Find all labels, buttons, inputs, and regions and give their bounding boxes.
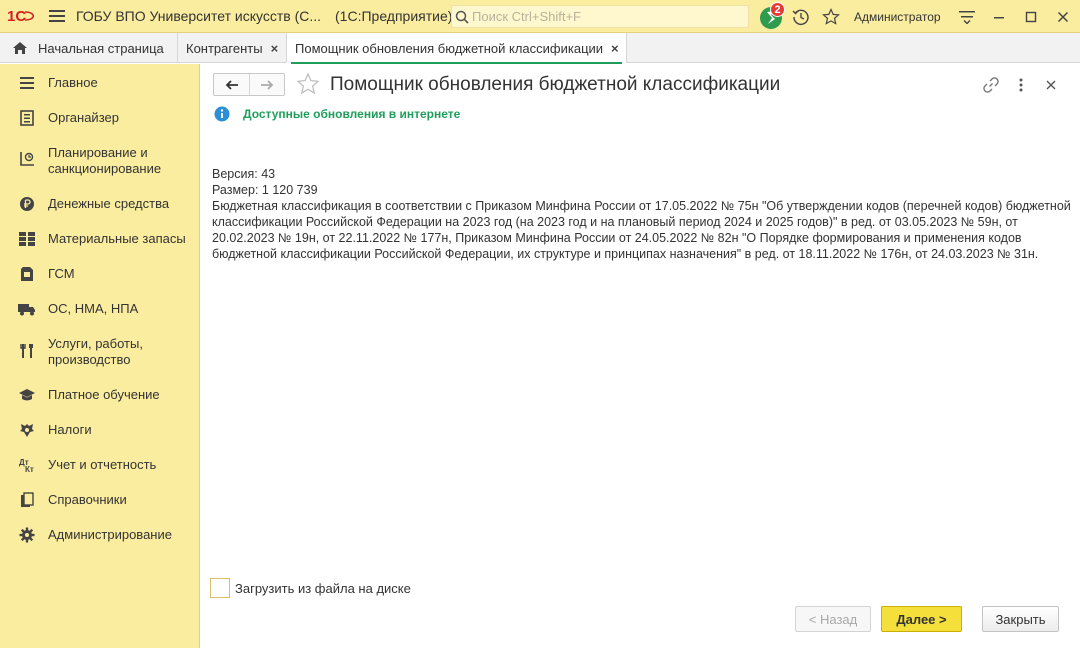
version-line: Версия: 43 — [212, 167, 276, 181]
sidebar-item-label: Органайзер — [48, 110, 119, 125]
sidebar-item-label: Администрирование — [48, 527, 172, 542]
arrow-right-icon — [261, 79, 274, 90]
tab-label: Помощник обновления бюджетной классифика… — [295, 40, 604, 56]
back-button[interactable]: < Назад — [795, 606, 871, 632]
graduation-cap-icon — [18, 386, 36, 404]
load-from-file-label[interactable]: Загрузить из файла на диске — [235, 581, 411, 596]
planning-chart-icon — [18, 150, 36, 168]
svg-text:Кт: Кт — [25, 465, 34, 473]
navigation-buttons — [213, 73, 285, 96]
favorites-button[interactable] — [816, 0, 846, 33]
sidebar-item-label: Планирование и санкционирование — [48, 145, 162, 176]
books-icon — [18, 491, 36, 509]
minimize-icon — [993, 16, 1004, 18]
tab-close-icon[interactable]: × — [271, 41, 279, 56]
fuel-can-icon — [18, 265, 36, 283]
search-box[interactable] — [451, 5, 749, 28]
sidebar-item-accounting[interactable]: Дт Кт Учет и отчетность — [0, 455, 199, 475]
tab-label: Контрагенты — [186, 40, 263, 56]
notepad-icon — [18, 109, 36, 127]
size-line: Размер: 1 120 739 — [212, 183, 318, 197]
settings-lines-icon — [958, 10, 975, 24]
tab-budget-classification-wizard[interactable]: Помощник обновления бюджетной классифика… — [287, 33, 627, 64]
gear-icon — [18, 526, 36, 544]
tab-close-icon[interactable]: × — [611, 41, 619, 56]
add-to-favorites-star-icon[interactable] — [296, 72, 320, 96]
info-text: Доступные обновления в интернете — [243, 107, 461, 121]
coat-of-arms-icon — [18, 421, 36, 439]
sidebar-item-inventory[interactable]: Материальные запасы — [0, 229, 199, 249]
tools-icon — [18, 342, 36, 360]
sidebar-item-services[interactable]: Услуги, работы, производство — [0, 335, 199, 369]
sidebar-item-label: Учет и отчетность — [48, 457, 157, 472]
load-from-file-checkbox[interactable] — [210, 578, 230, 598]
tab-kontragenty[interactable]: Контрагенты × — [178, 33, 287, 63]
title-bar: 1С ГОБУ ВПО Университет искусств (С... (… — [0, 0, 1080, 33]
back-nav-button[interactable] — [214, 74, 249, 95]
truck-icon — [18, 300, 36, 318]
history-button[interactable] — [786, 0, 816, 33]
history-icon — [792, 9, 809, 25]
sidebar-item-label: ОС, НМА, НПА — [48, 301, 139, 316]
app-subtitle: (1С:Предприятие) — [335, 8, 453, 24]
user-name[interactable]: Администратор — [854, 10, 941, 24]
main-menu-icon[interactable] — [44, 0, 70, 33]
update-description: Бюджетная классификация в соответствии с… — [212, 199, 1071, 261]
star-icon — [822, 7, 840, 25]
1c-logo: 1С — [0, 0, 44, 33]
sidebar-item-label: Справочники — [48, 492, 127, 507]
maximize-icon — [1025, 11, 1036, 22]
sidebar-item-label: Услуги, работы, производство — [48, 336, 143, 367]
app-title: ГОБУ ВПО Университет искусств (С... — [76, 8, 322, 24]
load-from-file-option[interactable]: Загрузить из файла на диске — [210, 578, 411, 598]
tab-home[interactable]: Начальная страница — [0, 33, 178, 63]
menu-lines-icon — [18, 74, 36, 92]
info-icon — [214, 106, 230, 122]
grid-blocks-icon — [18, 230, 36, 248]
link-icon[interactable] — [980, 74, 1002, 96]
sidebar-item-planning[interactable]: Планирование и санкционирование — [0, 144, 199, 178]
sidebar-item-fixed-assets[interactable]: ОС, НМА, НПА — [0, 299, 199, 319]
search-icon — [452, 6, 472, 27]
next-button[interactable]: Далее > — [881, 606, 962, 632]
update-details: Версия: 43 Размер: 1 120 739 Бюджетная к… — [212, 166, 1072, 262]
sidebar-item-label: Материальные запасы — [48, 231, 186, 246]
settings-menu-button[interactable] — [951, 0, 983, 33]
tab-label: Начальная страница — [38, 40, 164, 56]
sidebar-item-administration[interactable]: Администрирование — [0, 525, 199, 545]
sidebar-item-label: ГСМ — [48, 266, 75, 281]
close-button[interactable]: Закрыть — [982, 606, 1059, 632]
accounting-icon: Дт Кт — [18, 456, 36, 474]
sidebar-item-money[interactable]: Денежные средства — [0, 194, 199, 214]
arrow-left-icon — [225, 79, 238, 90]
close-window-button[interactable] — [1047, 0, 1079, 33]
sidebar-item-label: Главное — [48, 75, 98, 90]
sidebar-item-references[interactable]: Справочники — [0, 490, 199, 510]
sidebar-item-paid-education[interactable]: Платное обучение — [0, 385, 199, 405]
sidebar-item-fuel[interactable]: ГСМ — [0, 264, 199, 284]
sidebar-item-taxes[interactable]: Налоги — [0, 420, 199, 440]
forward-nav-button[interactable] — [249, 74, 284, 95]
form-area: Помощник обновления бюджетной классифика… — [200, 64, 1080, 648]
sidebar-item-label: Платное обучение — [48, 387, 160, 402]
svg-text:1С: 1С — [7, 8, 26, 24]
form-title: Помощник обновления бюджетной классифика… — [330, 74, 781, 95]
open-windows-tabs: Начальная страница Контрагенты × Помощни… — [0, 33, 1080, 64]
close-icon — [1057, 11, 1068, 22]
sidebar-item-main[interactable]: Главное — [0, 73, 199, 93]
more-options-icon[interactable] — [1010, 74, 1032, 96]
home-icon — [12, 41, 28, 55]
sidebar-item-label: Денежные средства — [48, 196, 170, 211]
info-message: Доступные обновления в интернете — [214, 106, 460, 122]
maximize-button[interactable] — [1015, 0, 1047, 33]
sidebar-item-organizer[interactable]: Органайзер — [0, 108, 199, 128]
sidebar-item-label: Налоги — [48, 422, 92, 437]
search-input[interactable] — [472, 9, 742, 24]
notifications-button[interactable]: 2 — [756, 0, 786, 33]
notifications-badge: 2 — [770, 1, 785, 17]
minimize-button[interactable] — [983, 0, 1015, 33]
ruble-coin-icon — [18, 195, 36, 213]
close-form-icon[interactable] — [1040, 74, 1062, 96]
sections-panel: Главное Органайзер Планирование и санкци… — [0, 64, 200, 648]
